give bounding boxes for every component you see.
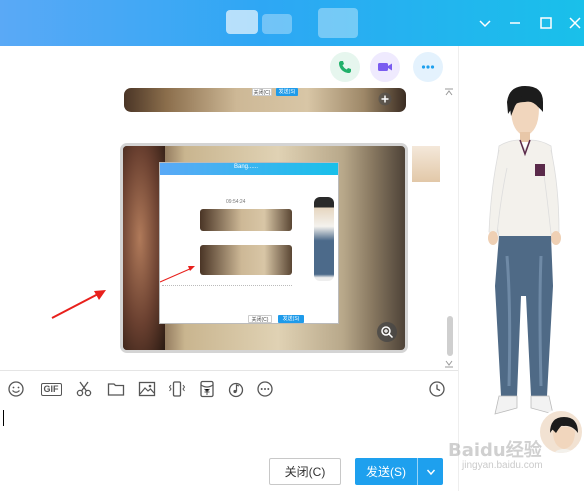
chevron-down-icon bbox=[426, 469, 435, 475]
more-tools-button[interactable] bbox=[255, 379, 275, 399]
mini-close-button: 关闭(C) bbox=[252, 88, 272, 96]
watermark-logo: Baidu经验 bbox=[448, 440, 542, 461]
close-button[interactable]: 关闭(C) bbox=[269, 458, 341, 485]
self-avatar[interactable] bbox=[538, 409, 584, 455]
send-options-button[interactable] bbox=[418, 467, 443, 477]
inner-avatar bbox=[314, 197, 334, 281]
music-button[interactable] bbox=[226, 379, 246, 399]
maximize-icon[interactable] bbox=[536, 13, 556, 33]
inner-send-button: 发送(S) bbox=[278, 315, 304, 323]
scroll-down-icon[interactable] bbox=[444, 358, 454, 368]
scissors-icon bbox=[76, 381, 92, 397]
video-icon bbox=[378, 63, 392, 71]
music-icon bbox=[228, 382, 244, 398]
screenshot-button[interactable] bbox=[74, 379, 94, 399]
send-label: 发送(S) bbox=[366, 465, 406, 479]
close-icon[interactable] bbox=[565, 13, 584, 33]
text-caret bbox=[3, 410, 4, 426]
shake-button[interactable] bbox=[167, 379, 187, 399]
zoom-in-icon[interactable] bbox=[377, 322, 397, 342]
scroll-up-icon[interactable] bbox=[444, 88, 454, 98]
inner-timestamp: 09:54:24 bbox=[226, 199, 246, 205]
inner-title-bar: Bang...... bbox=[160, 163, 338, 175]
chat-history[interactable]: 关闭(C) 发送(S) Bang...... 09:54:24 关闭(C) 发送… bbox=[0, 46, 458, 370]
contact-show-panel bbox=[458, 46, 584, 491]
image-message[interactable]: Bang...... 09:54:24 关闭(C) 发送(S) bbox=[120, 143, 408, 353]
inner-image-bubble bbox=[200, 245, 292, 275]
phone-call-button[interactable] bbox=[330, 52, 360, 82]
watermark-url: jingyan.baidu.com bbox=[462, 460, 543, 471]
input-toolbar: GIF bbox=[0, 370, 458, 406]
red-packet-icon bbox=[200, 380, 214, 398]
emoji-icon bbox=[8, 381, 24, 397]
more-icon bbox=[421, 65, 435, 69]
send-button[interactable]: 发送(S) bbox=[355, 458, 443, 485]
title-obscured bbox=[226, 10, 258, 34]
history-icon bbox=[429, 381, 445, 397]
title-obscured bbox=[262, 14, 292, 34]
more-options-button[interactable] bbox=[413, 52, 443, 82]
image-message-previous[interactable]: 关闭(C) 发送(S) bbox=[124, 88, 406, 112]
image-icon bbox=[138, 381, 156, 397]
chevron-down-icon[interactable] bbox=[475, 13, 495, 33]
folder-icon bbox=[107, 383, 125, 396]
minimize-icon[interactable] bbox=[505, 13, 525, 33]
history-button[interactable] bbox=[427, 379, 447, 399]
shake-icon bbox=[168, 381, 186, 397]
red-packet-button[interactable] bbox=[197, 379, 217, 399]
title-obscured bbox=[318, 8, 358, 38]
phone-icon bbox=[339, 61, 351, 73]
inner-toolbar bbox=[162, 285, 292, 291]
mini-send-button: 发送(S) bbox=[276, 88, 298, 96]
video-call-button[interactable] bbox=[370, 52, 400, 82]
inner-chat-screenshot: Bang...... 09:54:24 关闭(C) 发送(S) bbox=[159, 162, 339, 324]
emoji-button[interactable] bbox=[6, 379, 26, 399]
inner-title: Bang...... bbox=[234, 164, 259, 170]
title-bar[interactable] bbox=[0, 0, 584, 46]
more-icon bbox=[257, 381, 273, 397]
image-button[interactable] bbox=[137, 379, 157, 399]
file-button[interactable] bbox=[106, 379, 126, 399]
inner-image-bubble bbox=[200, 209, 292, 231]
scrollbar-thumb[interactable] bbox=[447, 316, 453, 356]
gif-icon: GIF bbox=[40, 382, 62, 396]
gif-button[interactable]: GIF bbox=[40, 379, 62, 399]
sender-avatar-thumb bbox=[412, 146, 440, 182]
message-input[interactable] bbox=[0, 406, 458, 454]
inner-close-button: 关闭(C) bbox=[248, 315, 272, 323]
expand-icon[interactable] bbox=[378, 92, 392, 106]
